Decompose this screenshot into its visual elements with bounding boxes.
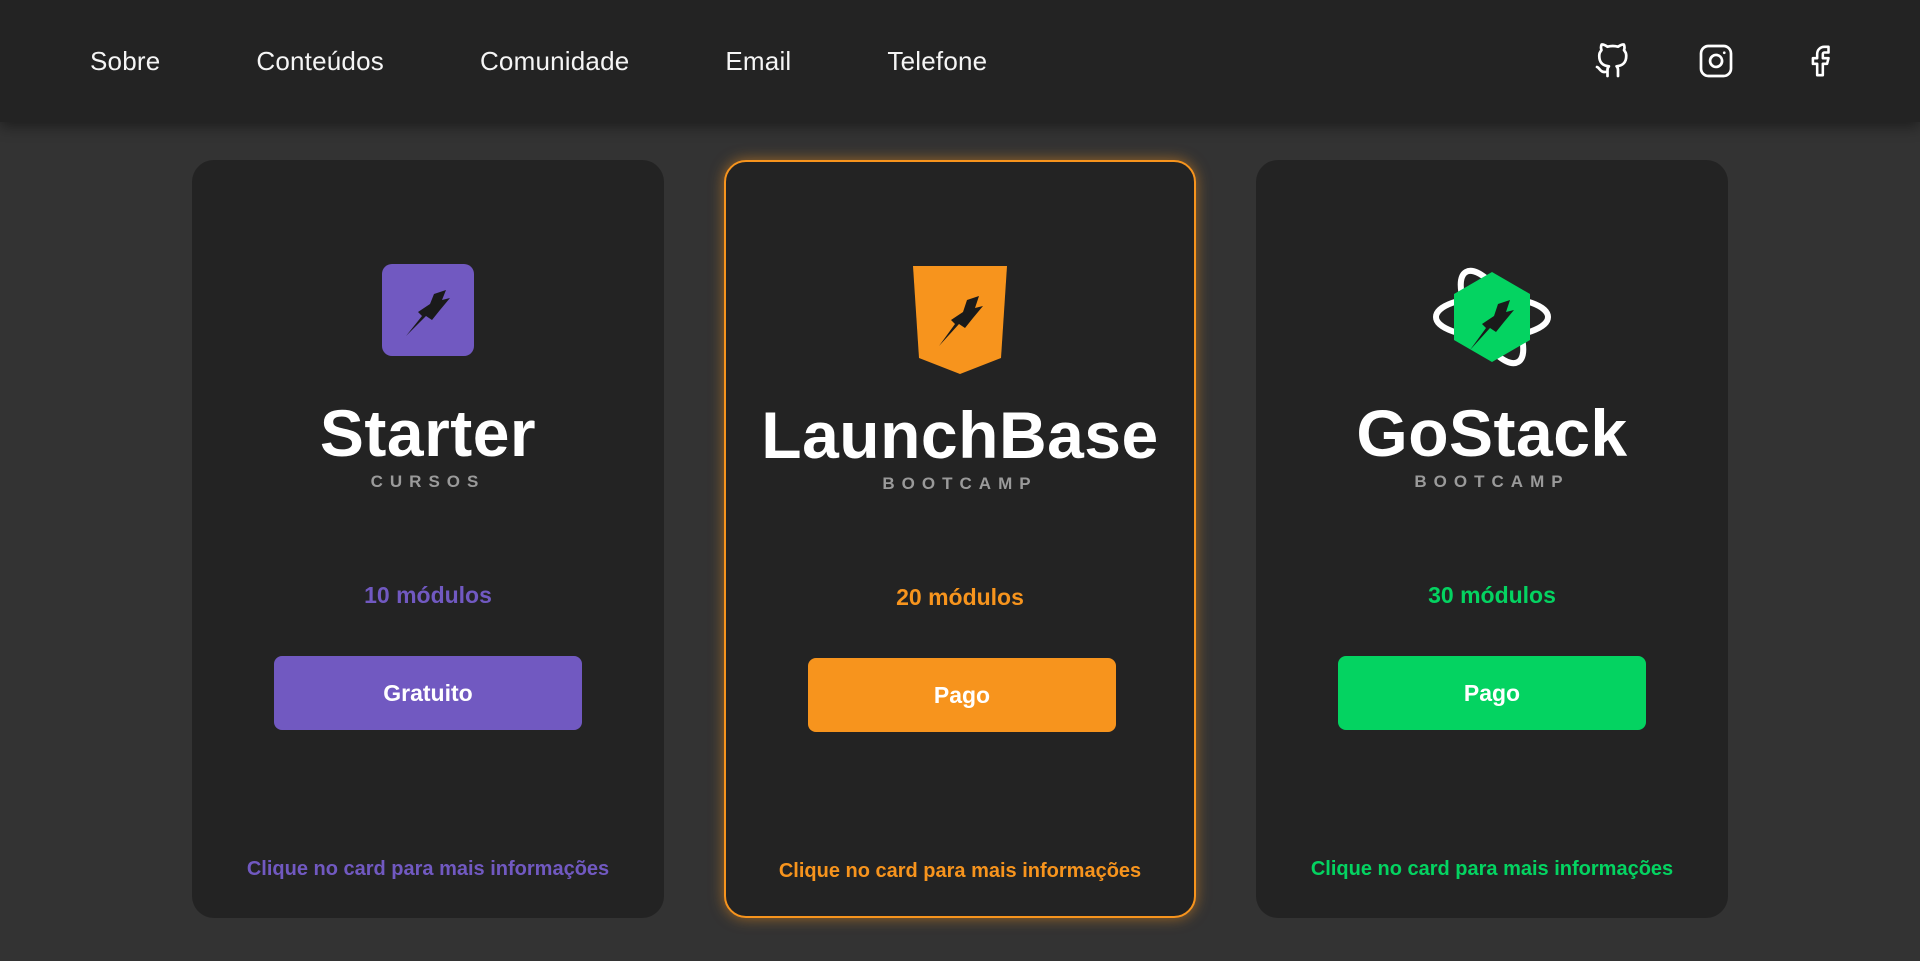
nav-link-telefone[interactable]: Telefone bbox=[887, 46, 987, 77]
card-subtitle: BOOTCAMP bbox=[1414, 472, 1570, 491]
nav-link-comunidade[interactable]: Comunidade bbox=[480, 46, 629, 77]
facebook-icon[interactable] bbox=[1800, 41, 1840, 81]
price-button[interactable]: Gratuito bbox=[274, 656, 582, 730]
card-hint: Clique no card para mais informações bbox=[1310, 858, 1674, 880]
nav-link-email[interactable]: Email bbox=[725, 46, 791, 77]
modules-count: 10 módulos bbox=[364, 582, 492, 608]
nav-link-sobre[interactable]: Sobre bbox=[90, 46, 160, 77]
course-card-gostack[interactable]: GoStack BOOTCAMP 30 módulos Pago Clique … bbox=[1256, 160, 1728, 918]
rocket-square-icon bbox=[363, 264, 493, 374]
course-card-starter[interactable]: Starter CURSOS 10 módulos Gratuito Cliqu… bbox=[192, 160, 664, 918]
card-subtitle: BOOTCAMP bbox=[882, 474, 1038, 493]
modules-count: 20 módulos bbox=[896, 584, 1024, 610]
social-links bbox=[1592, 41, 1840, 81]
modules-count: 30 módulos bbox=[1428, 582, 1556, 608]
instagram-icon[interactable] bbox=[1696, 41, 1736, 81]
top-navbar: Sobre Conteúdos Comunidade Email Telefon… bbox=[0, 0, 1920, 122]
course-card-launchbase[interactable]: LaunchBase BOOTCAMP 20 módulos Pago Cliq… bbox=[724, 160, 1196, 918]
card-subtitle: CURSOS bbox=[370, 472, 486, 491]
price-button[interactable]: Pago bbox=[808, 658, 1116, 732]
main-nav: Sobre Conteúdos Comunidade Email Telefon… bbox=[90, 46, 987, 77]
card-title: GoStack bbox=[1356, 396, 1628, 470]
rocket-shield-icon bbox=[895, 266, 1025, 376]
github-icon[interactable] bbox=[1592, 41, 1632, 81]
rocket-atom-icon bbox=[1427, 264, 1557, 374]
card-hint: Clique no card para mais informações bbox=[778, 860, 1142, 882]
price-button[interactable]: Pago bbox=[1338, 656, 1646, 730]
card-title: LaunchBase bbox=[761, 398, 1159, 472]
card-title: Starter bbox=[319, 396, 537, 470]
nav-link-conteudos[interactable]: Conteúdos bbox=[256, 46, 384, 77]
card-hint: Clique no card para mais informações bbox=[246, 858, 610, 880]
